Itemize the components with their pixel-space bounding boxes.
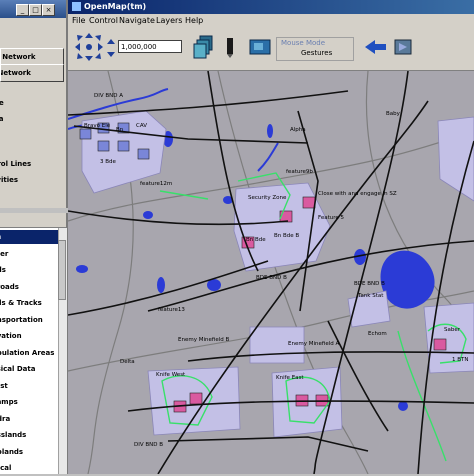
layer-item[interactable]: ads	[0, 263, 58, 277]
layer-item[interactable]: ysical Data	[0, 362, 58, 376]
layer-item-label: vamps	[0, 398, 18, 406]
main-titlebar: OpenMap(tm)	[68, 0, 474, 14]
back-arrow-icon[interactable]	[364, 39, 388, 55]
layer-item-label: asslands	[0, 431, 27, 439]
layer-item-label: rest	[0, 381, 8, 390]
map-label: Bn Bde B	[274, 233, 299, 239]
map-label: Bn Bde	[246, 237, 266, 243]
mouse-mode-label: Mouse Mode	[281, 39, 326, 47]
left-panel-titlebar: _ □ ×	[0, 0, 66, 18]
layer-item[interactable]: evation	[0, 329, 58, 343]
menu-control[interactable]: Control	[89, 14, 118, 28]
layer-item-label: oplands	[0, 447, 24, 456]
menu-help[interactable]: Help	[185, 14, 203, 28]
map-label: Security Zone	[248, 195, 287, 201]
map-label: DIV BND B	[134, 442, 163, 448]
layer-item-label: ndra	[0, 414, 11, 423]
layer-item[interactable]: rest	[0, 379, 58, 393]
layer-item[interactable]: ilroads	[0, 280, 58, 294]
layer-item-label: ysical Data	[0, 365, 36, 373]
layer-item-label: ltical	[0, 464, 12, 472]
layer-item[interactable]: asslands	[0, 428, 58, 442]
tool-row-area[interactable]: ea	[0, 112, 64, 126]
map-label: Knife West	[156, 372, 186, 378]
layer-item[interactable]: opulation Areas	[0, 346, 58, 360]
tool-row-activities[interactable]: ivities	[0, 173, 64, 187]
map-label: Baby	[386, 111, 401, 117]
close-icon[interactable]: ×	[42, 4, 55, 16]
map-label: Echom	[368, 331, 387, 337]
map-label: Bn	[116, 127, 124, 133]
tool-row-control-lines[interactable]: trol Lines	[0, 157, 64, 171]
layer-item[interactable]: ater	[0, 247, 58, 261]
pen-tool-icon[interactable]	[224, 36, 236, 58]
layer-item[interactable]: ch	[0, 230, 58, 244]
zoom-icon[interactable]	[106, 38, 116, 58]
tool-row-line[interactable]: ne	[0, 96, 64, 110]
mouse-mode-panel: Mouse Mode Gestures	[276, 37, 354, 61]
maximize-icon[interactable]: □	[29, 4, 42, 16]
map-drawing[interactable]: DIV BND A Bravo Ele 3 Bde Bn CAV Alpha Baby fea…	[67, 70, 474, 475]
menubar: File Control Navigate Layers Help	[68, 14, 474, 28]
layer-item[interactable]: ails & Tracks	[0, 296, 58, 310]
map-label: 1 BTN	[452, 357, 469, 363]
layer-item-label: ch	[0, 233, 1, 241]
map-label: BDE BND B	[354, 281, 385, 287]
map-label: Feature 5	[318, 215, 345, 221]
menu-layers[interactable]: Layers	[156, 14, 182, 28]
map-label: DIV BND A	[94, 93, 123, 99]
map-label: 3 Bde	[100, 159, 117, 165]
map-overview-icon[interactable]	[249, 39, 271, 55]
map-label: Enemy Minefield A	[288, 341, 339, 347]
minimize-icon[interactable]: _	[16, 4, 29, 16]
map-label: Close with and engage in SZ	[318, 191, 397, 197]
map-label: BDE BND B	[256, 275, 287, 281]
forward-map-icon[interactable]	[393, 38, 413, 56]
layer-item-label: ails & Tracks	[0, 299, 42, 307]
map-label: CAV	[136, 123, 147, 129]
map-canvas[interactable]: DIV BND A Bravo Ele 3 Bde Bn CAV Alpha Baby fea…	[67, 70, 474, 475]
delete-network-button[interactable]: te Network	[0, 64, 64, 82]
scale-input[interactable]: 1,000,000	[118, 40, 182, 53]
layers-stack-icon[interactable]	[192, 34, 214, 60]
map-label: Knife East	[276, 375, 304, 381]
map-label: Bravo Ele	[84, 123, 111, 129]
map-label: feature9b	[286, 169, 313, 175]
layer-item-label: ater	[0, 249, 9, 258]
layers-scrollbar-thumb[interactable]	[58, 240, 66, 300]
pan-arrows-icon[interactable]	[74, 32, 104, 62]
map-label: Saber	[444, 327, 461, 333]
layers-panel-header	[0, 213, 66, 228]
layer-item-label: evation	[0, 332, 22, 340]
menu-file[interactable]: File	[72, 14, 85, 28]
map-label: Delta	[120, 359, 135, 365]
layer-item[interactable]: ansportation	[0, 313, 58, 327]
window-title: OpenMap(tm)	[84, 2, 147, 11]
map-label: Enemy Minefield B	[178, 337, 229, 343]
map-label: Alpha	[290, 127, 306, 133]
menu-navigate[interactable]: Navigate	[119, 14, 155, 28]
map-label: Tank Stat	[357, 293, 384, 299]
mouse-mode-value[interactable]: Gestures	[301, 49, 332, 57]
layer-item[interactable]: ndra	[0, 412, 58, 426]
app-icon	[72, 2, 81, 11]
map-label: feature13	[158, 307, 185, 313]
layer-item-label: ilroads	[0, 282, 19, 291]
layer-item[interactable]: ltical	[0, 461, 58, 475]
layer-item-label: ansportation	[0, 315, 43, 324]
layer-item-label: opulation Areas	[0, 348, 55, 357]
map-label: feature12m	[140, 181, 172, 187]
layer-item[interactable]: oplands	[0, 445, 58, 459]
layer-item-label: ads	[0, 266, 6, 274]
layer-item[interactable]: vamps	[0, 395, 58, 409]
